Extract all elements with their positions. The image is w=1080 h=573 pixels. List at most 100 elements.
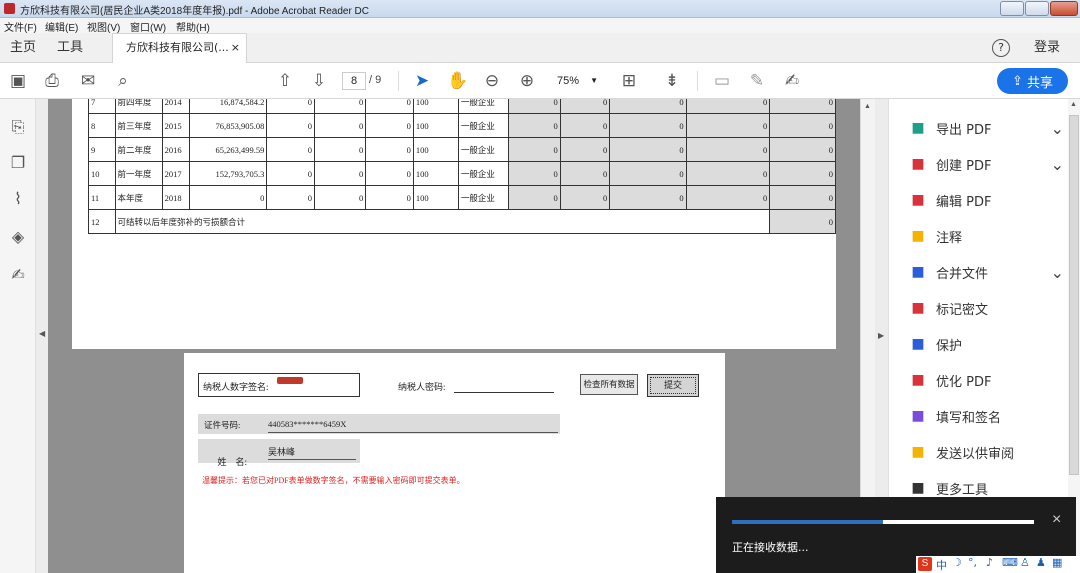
hand-tool-icon[interactable]: ✋ (446, 69, 470, 93)
zoom-in-icon[interactable]: ⊕ (515, 69, 539, 93)
tool-label: 创建 PDF (936, 158, 992, 174)
cell-amount: 0 (188, 185, 268, 210)
print-icon[interactable]: ⎙ (40, 69, 64, 93)
cell-n: 10 (88, 161, 116, 186)
check-data-button[interactable]: 检查所有数据 (580, 374, 638, 395)
progress-fill (732, 520, 883, 524)
share-button[interactable]: ⇪ 共享 (997, 68, 1068, 94)
sogou-icon[interactable]: S (918, 557, 932, 571)
ime-punct-icon[interactable]: °, (968, 556, 977, 569)
search-icon[interactable]: ⌕ (111, 69, 135, 93)
ime-grid-icon[interactable]: ▦ (1052, 556, 1062, 569)
layers-icon[interactable]: ◈ (6, 224, 30, 248)
ime-keyboard-icon[interactable]: ⌨ (1002, 556, 1018, 569)
zoom-select[interactable]: 75% ▼ (552, 72, 602, 90)
minimize-button[interactable] (1000, 1, 1024, 16)
tool-edit-pdf[interactable]: ■ 编辑 PDF (909, 187, 1064, 213)
scroll-mode-icon[interactable]: ⇟ (660, 69, 684, 93)
left-pane-collapse[interactable]: ◀ (36, 99, 48, 573)
cell-c3: 0 (365, 113, 414, 138)
tool-comment[interactable]: ■ 注释 (909, 223, 1064, 249)
cell-d4: 0 (685, 137, 771, 162)
cell-amount: 16,874,584.2 (188, 99, 268, 114)
attachment-icon[interactable]: ⌇ (6, 186, 30, 210)
tool-optimize-pdf[interactable]: ■ 优化 PDF (909, 367, 1064, 393)
tab-tools[interactable]: 工具 (57, 33, 83, 63)
page-fit-icon[interactable]: ⊞ (617, 69, 641, 93)
tool-send-review[interactable]: ■ 发送以供审阅 (909, 439, 1064, 465)
protect-icon: ■ (911, 336, 925, 352)
select-cursor-icon[interactable]: ➤ (410, 69, 434, 93)
ime-mode[interactable]: 中 (936, 557, 947, 573)
cell-c1: 0 (266, 137, 315, 162)
close-tab-icon[interactable]: × (231, 34, 240, 62)
scroll-up-icon[interactable]: ▲ (864, 103, 871, 110)
cell-d3: 0 (609, 113, 687, 138)
help-icon[interactable]: ? (992, 39, 1010, 57)
scrollbar-thumb[interactable] (1069, 115, 1079, 475)
login-link[interactable]: 登录 (1034, 33, 1060, 63)
chevron-down-icon[interactable]: ⌄ (1051, 155, 1064, 174)
close-toast-icon[interactable]: × (1052, 511, 1061, 529)
tool-redact[interactable]: ■ 标记密文 (909, 295, 1064, 321)
table-row: 8 前三年度 2015 76,853,905.08 0 0 0 100 一般企业 0 0 0 0 0 (88, 113, 836, 138)
cell-d5: 0 (769, 113, 836, 138)
scroll-up-icon[interactable]: ▲ (1070, 101, 1077, 108)
chevron-down-icon[interactable]: ⌄ (1051, 263, 1064, 282)
cell-d5: 0 (769, 137, 836, 162)
cell-n: 8 (88, 113, 116, 138)
menu-edit[interactable]: 编辑(E) (45, 19, 78, 34)
email-icon[interactable]: ✉ (76, 69, 100, 93)
page-number-input[interactable]: 8 (342, 72, 366, 90)
highlight-icon[interactable]: ✎ (745, 69, 769, 93)
save-icon[interactable]: ▣ (6, 69, 30, 93)
fill-sign-icon: ■ (911, 408, 925, 424)
page-thumbnails-icon[interactable]: ⎘ (6, 115, 30, 139)
tool-export-pdf[interactable]: ■ 导出 PDF ⌄ (909, 115, 1064, 141)
ime-user-icon[interactable]: ♙ (1020, 556, 1030, 569)
name-label: 姓 名: (217, 457, 248, 467)
menu-file[interactable]: 文件(F) (4, 19, 37, 34)
ime-shirt-icon[interactable]: ♟ (1036, 556, 1046, 569)
ime-toolbar[interactable]: S 中 ☽ °, ♪ ⌨ ♙ ♟ ▦ (916, 556, 1080, 573)
cell-n: 12 (88, 209, 116, 234)
cell-c1: 0 (266, 99, 315, 114)
menu-window[interactable]: 窗口(W) (130, 19, 166, 34)
menu-help[interactable]: 帮助(H) (176, 19, 210, 34)
cell-rate: 100 (412, 137, 459, 162)
export-pdf-icon: ■ (911, 120, 925, 136)
prev-page-icon[interactable]: ⇧ (273, 69, 297, 93)
menu-view[interactable]: 视图(V) (87, 19, 120, 34)
tab-home[interactable]: 主页 (10, 33, 36, 63)
toast-message: 正在接收数据... (732, 541, 809, 554)
pages-icon[interactable]: ❐ (6, 150, 30, 174)
ime-mic-icon[interactable]: ♪ (986, 556, 993, 569)
submit-button[interactable]: 提交 (647, 374, 699, 397)
tab-document[interactable]: 方欣科技有限公司(... × (112, 33, 247, 63)
cell-type: 一般企业 (457, 137, 510, 162)
comment-tool-icon[interactable]: ▭ (710, 69, 734, 93)
cell-c1: 0 (266, 161, 315, 186)
maximize-button[interactable] (1025, 1, 1049, 16)
name-value: 吴林峰 (268, 447, 296, 457)
menu-bar: 文件(F) 编辑(E) 视图(V) 窗口(W) 帮助(H) (0, 18, 1080, 34)
chevron-down-icon[interactable]: ⌄ (1051, 119, 1064, 138)
cell-d2: 0 (559, 99, 611, 114)
tool-create-pdf[interactable]: ■ 创建 PDF ⌄ (909, 151, 1064, 177)
tool-protect[interactable]: ■ 保护 (909, 331, 1064, 357)
next-page-icon[interactable]: ⇩ (307, 69, 331, 93)
password-input[interactable] (454, 392, 554, 393)
close-window-button[interactable] (1050, 1, 1078, 16)
pdf-page-8: 7 前四年度 2014 16,874,584.2 0 0 0 100 一般企业 0 0 0 0 0 8 前三年… (72, 99, 836, 349)
zoom-out-icon[interactable]: ⊖ (480, 69, 504, 93)
cell-d1: 0 (508, 137, 561, 162)
sign-icon[interactable]: ✍ (780, 69, 804, 93)
signature-field[interactable]: 纳税人数字签名: (198, 373, 360, 397)
tool-fill-sign[interactable]: ■ 填写和签名 (909, 403, 1064, 429)
tool-label: 更多工具 (936, 482, 989, 498)
cell-d4: 0 (685, 161, 771, 186)
ime-moon-icon[interactable]: ☽ (952, 556, 962, 569)
tool-label: 合并文件 (936, 266, 989, 282)
tool-combine-files[interactable]: ■ 合并文件 ⌄ (909, 259, 1064, 285)
signature-panel-icon[interactable]: ✍ (6, 262, 30, 286)
